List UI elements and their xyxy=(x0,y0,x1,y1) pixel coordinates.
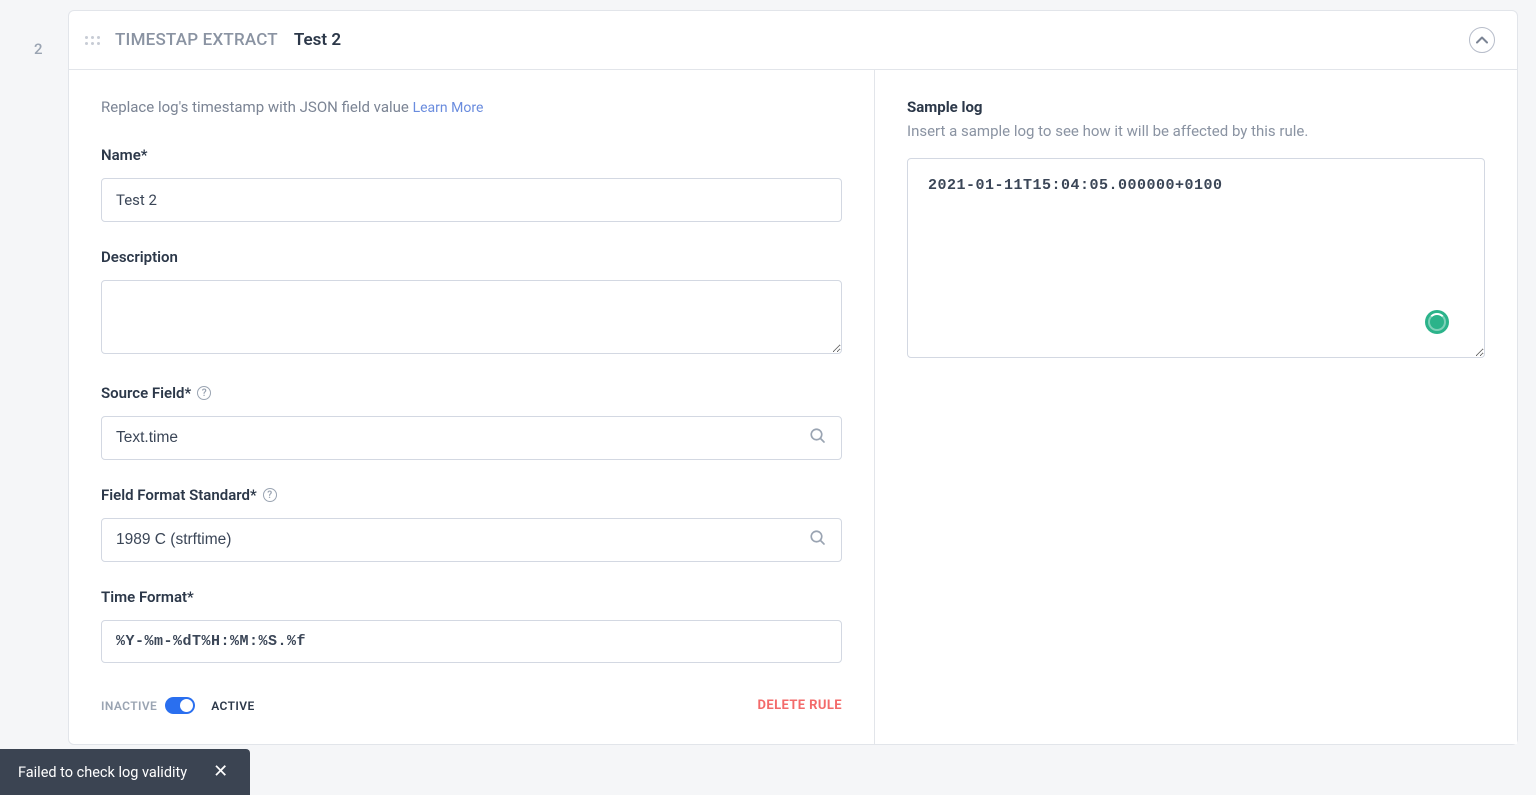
delete-rule-button[interactable]: DELETE RULE xyxy=(758,698,842,713)
collapse-button[interactable] xyxy=(1469,27,1495,53)
loading-spinner-icon xyxy=(1425,310,1449,334)
intro-text: Replace log's timestamp with JSON field … xyxy=(101,98,842,116)
form-panel: Replace log's timestamp with JSON field … xyxy=(69,70,875,744)
toggle-active-label: ACTIVE xyxy=(211,699,254,713)
source-field-label: Source Field* ? xyxy=(101,384,842,402)
active-toggle[interactable] xyxy=(165,697,195,714)
toast-message: Failed to check log validity xyxy=(18,764,187,781)
field-format-input[interactable] xyxy=(102,519,795,561)
time-format-input[interactable] xyxy=(101,620,842,663)
chevron-up-icon xyxy=(1476,36,1488,44)
step-index: 2 xyxy=(34,40,43,58)
close-icon[interactable]: ✕ xyxy=(209,763,232,781)
description-label: Description xyxy=(101,248,842,266)
rule-card: TIMESTAP EXTRACT Test 2 Replace log's ti… xyxy=(68,10,1518,745)
rule-type-label: TIMESTAP EXTRACT xyxy=(115,30,278,50)
description-input[interactable] xyxy=(101,280,842,354)
toggle-inactive-label: INACTIVE xyxy=(101,699,157,713)
drag-handle-icon[interactable] xyxy=(83,28,101,52)
card-header: TIMESTAP EXTRACT Test 2 xyxy=(69,11,1517,70)
learn-more-link[interactable]: Learn More xyxy=(413,100,484,116)
source-field-input[interactable] xyxy=(102,417,795,459)
search-icon[interactable] xyxy=(795,529,841,551)
sample-panel: Sample log Insert a sample log to see ho… xyxy=(875,70,1517,744)
sample-log-description: Insert a sample log to see how it will b… xyxy=(907,122,1485,140)
name-input[interactable] xyxy=(101,178,842,222)
search-icon[interactable] xyxy=(795,427,841,449)
help-icon[interactable]: ? xyxy=(263,488,277,502)
rule-name-header: Test 2 xyxy=(294,30,341,50)
field-format-label: Field Format Standard* ? xyxy=(101,486,842,504)
name-label: Name* xyxy=(101,146,842,164)
help-icon[interactable]: ? xyxy=(197,386,211,400)
sample-log-input[interactable]: 2021-01-11T15:04:05.000000+0100 xyxy=(907,158,1485,358)
time-format-label: Time Format* xyxy=(101,588,842,606)
error-toast: Failed to check log validity ✕ xyxy=(0,749,250,795)
sample-log-title: Sample log xyxy=(907,98,1485,116)
